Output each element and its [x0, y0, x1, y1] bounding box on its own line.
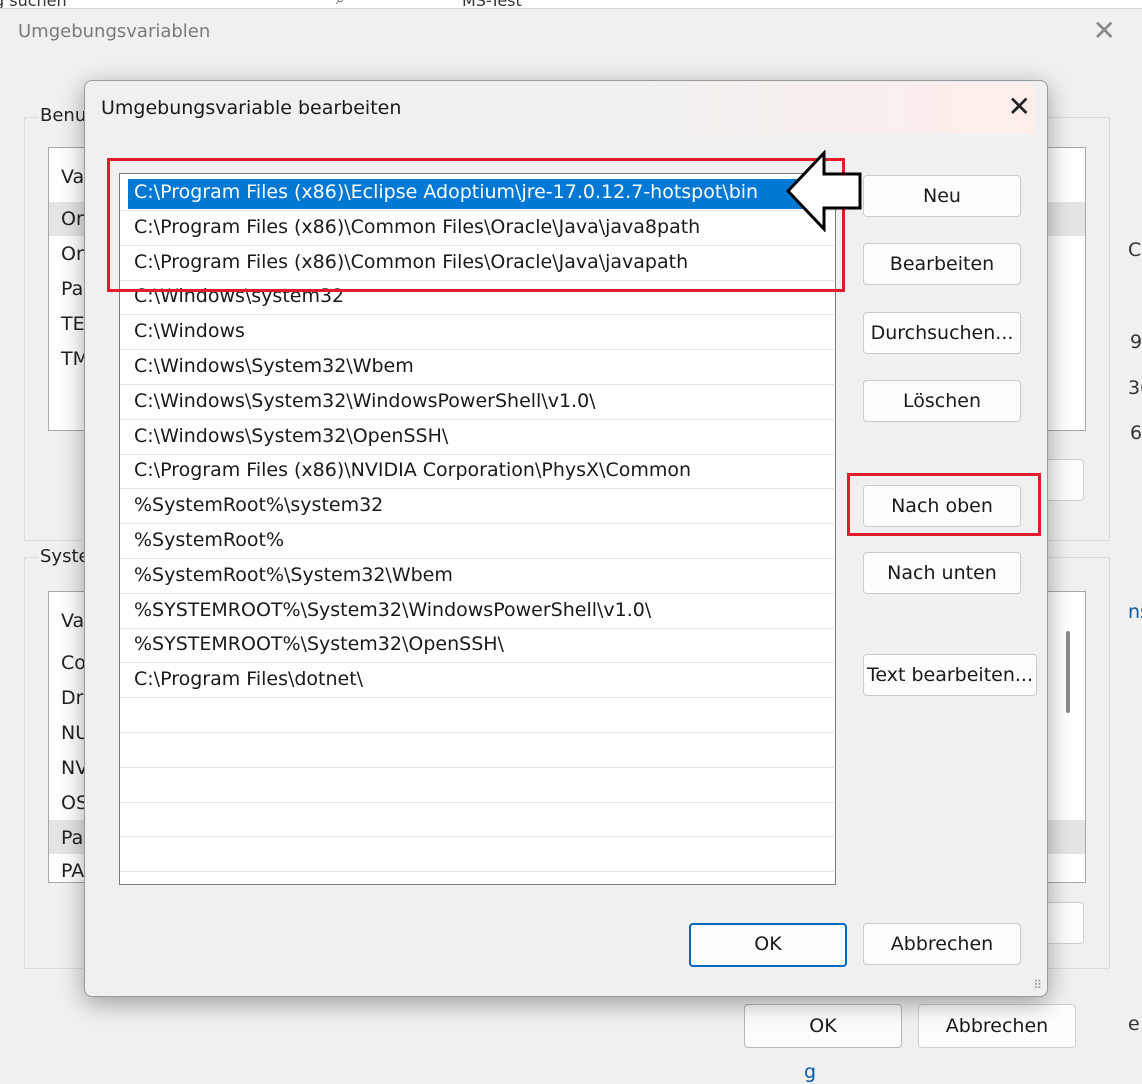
path-list-item[interactable]: C:\Program Files (x86)\NVIDIA Corporatio… [120, 454, 834, 490]
system-list-row[interactable]: Dr [61, 687, 83, 709]
cancel-button[interactable]: Abbrechen [863, 923, 1021, 965]
path-list-item[interactable]: %SYSTEMROOT%\System32\OpenSSH\ [120, 628, 834, 664]
highlight-top-entries [107, 158, 845, 292]
edge-text: 9 [1130, 331, 1142, 353]
move-down-button[interactable]: Nach unten [863, 552, 1021, 594]
path-list-empty-row[interactable] [120, 802, 834, 838]
path-text: %SYSTEMROOT%\System32\WindowsPowerShell\… [134, 598, 652, 621]
user-list-row[interactable]: TE [61, 313, 85, 335]
path-list-empty-row[interactable] [120, 733, 834, 768]
ok-button[interactable]: OK [689, 923, 847, 967]
edge-text: e [1128, 1013, 1140, 1035]
dialog-title: Umgebungsvariable bearbeiten [101, 97, 402, 119]
window-close-icon[interactable]: ✕ [1093, 17, 1116, 45]
delete-button[interactable]: Löschen [863, 380, 1021, 422]
path-text: C:\Windows [134, 320, 245, 343]
system-list-row[interactable]: Pa [61, 827, 83, 849]
background-cancel-button[interactable]: Abbrechen [918, 1004, 1076, 1048]
left-arrow-icon [786, 150, 862, 232]
path-list-empty-row[interactable] [120, 698, 834, 733]
path-text: C:\Windows\System32\OpenSSH\ [134, 424, 449, 447]
path-text: C:\Windows\System32\Wbem [134, 355, 414, 377]
close-icon[interactable]: ✕ [1008, 93, 1031, 121]
system-list-row[interactable]: PA [61, 860, 84, 882]
path-text: C:\Program Files\dotnet\ [134, 668, 364, 691]
link-text[interactable]: g [804, 1061, 816, 1083]
system-list-scrollbar[interactable] [1066, 631, 1070, 713]
path-list-item[interactable]: %SYSTEMROOT%\System32\WindowsPowerShell\… [120, 594, 834, 629]
link-text[interactable]: ns [1128, 601, 1142, 623]
edit-button[interactable]: Bearbeiten [863, 243, 1021, 285]
path-text: %SystemRoot%\system32 [134, 494, 384, 517]
search-icon: ⌕ [336, 0, 344, 8]
path-text: C:\Program Files (x86)\NVIDIA Corporatio… [134, 459, 692, 482]
path-text: C:\Windows\System32\WindowsPowerShell\v1… [134, 389, 596, 412]
path-list-item[interactable]: %SystemRoot% [120, 524, 834, 559]
path-list-item[interactable]: %SystemRoot%\System32\Wbem [120, 559, 834, 594]
path-list-empty-row[interactable] [120, 837, 834, 873]
user-variables-label: Benu [38, 105, 89, 126]
user-list-row[interactable]: Pa [61, 278, 83, 300]
path-text: %SystemRoot%\System32\Wbem [134, 563, 453, 586]
path-list-item[interactable]: %SystemRoot%\system32 [120, 489, 834, 525]
path-list-item[interactable]: C:\Windows\System32\WindowsPowerShell\v1… [120, 385, 834, 420]
edge-text: C [1128, 239, 1142, 261]
resize-grip-icon[interactable]: ⠿ [1033, 978, 1042, 992]
edge-text: 30 [1128, 377, 1142, 399]
background-ok-button[interactable]: OK [744, 1004, 902, 1048]
path-list-empty-row[interactable] [120, 768, 834, 803]
path-list-item[interactable]: C:\Windows [120, 315, 834, 351]
edit-text-button[interactable]: Text bearbeiten... [863, 654, 1037, 696]
path-list-item[interactable]: C:\Windows\System32\OpenSSH\ [120, 420, 834, 455]
path-list-item[interactable]: C:\Windows\System32\Wbem [120, 350, 834, 385]
titlebar-tint [605, 82, 1035, 134]
user-list-header: Va [61, 166, 85, 188]
browse-button[interactable]: Durchsuchen... [863, 312, 1021, 354]
window-title: Umgebungsvariablen [18, 21, 211, 42]
path-list-item[interactable]: C:\Program Files\dotnet\ [120, 663, 834, 699]
path-text: %SystemRoot% [134, 529, 285, 551]
system-list-row[interactable]: Co [61, 652, 86, 674]
new-button[interactable]: Neu [863, 175, 1021, 217]
edge-text: 6 [1130, 422, 1142, 444]
system-list-header: Va [61, 610, 85, 632]
path-text: %SYSTEMROOT%\System32\OpenSSH\ [134, 633, 504, 656]
highlight-move-up-button [847, 473, 1041, 536]
